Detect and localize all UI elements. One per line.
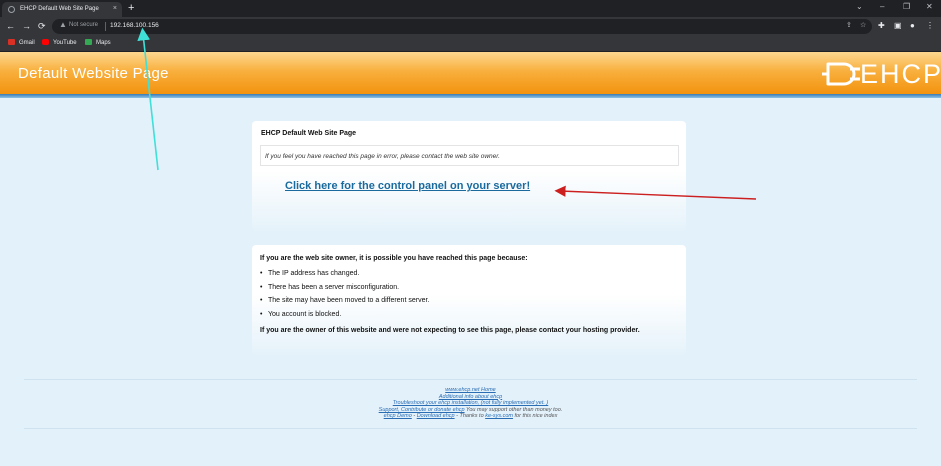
demo-link[interactable]: ehcp Demo [384, 413, 412, 419]
browser-tabstrip: EHCP Default Web Site Page × + ⌄ – ❐ ✕ [0, 0, 941, 17]
maximize-icon[interactable]: ❐ [903, 2, 910, 11]
footer-divider-bottom [24, 428, 917, 429]
youtube-icon [42, 39, 49, 45]
maps-icon [85, 39, 92, 45]
profile-icon[interactable]: ● [910, 21, 915, 30]
page-footer: www.ehcp.net Home Additional info about … [0, 387, 941, 420]
bookmark-youtube[interactable]: YouTube [42, 39, 77, 46]
thanks-text: - Thanks to [454, 413, 486, 420]
forward-icon[interactable]: → [22, 20, 31, 32]
address-bar[interactable]: ▲ Not secure 192.168.100.156 ⇪ ☆ [52, 19, 872, 34]
warning-icon[interactable]: ▲ [59, 20, 67, 29]
browser-toolbar: ← → ⟳ ▲ Not secure 192.168.100.156 ⇪ ☆ ✚… [0, 17, 941, 36]
download-link[interactable]: Download ehcp [417, 413, 455, 419]
bookmark-label: Maps [96, 40, 111, 46]
star-icon[interactable]: ☆ [860, 21, 866, 29]
bookmark-label: Gmail [19, 40, 35, 46]
support-link[interactable]: Support, Contribute or donate ehcp [379, 407, 465, 413]
minimize-icon[interactable]: – [880, 2, 884, 11]
reasons-list: The IP address has changed. There has be… [260, 270, 429, 324]
security-label[interactable]: Not secure [69, 22, 98, 28]
share-icon[interactable]: ⇪ [846, 21, 852, 29]
thanks-tail: for this nice index [513, 413, 558, 420]
bookmarks-bar: Gmail YouTube Maps [0, 36, 941, 52]
bookmark-maps[interactable]: Maps [85, 39, 111, 46]
ehcp-logo: EHCP [820, 58, 941, 90]
extensions-icon[interactable]: ✚ [878, 21, 885, 30]
logo-text: EHCP [860, 59, 941, 89]
url-text[interactable]: 192.168.100.156 [110, 22, 159, 29]
list-item: You account is blocked. [260, 311, 429, 325]
close-tab-icon[interactable]: × [113, 5, 117, 12]
header-border [0, 94, 941, 98]
panel-title: EHCP Default Web Site Page [261, 130, 357, 137]
plug-icon [822, 62, 860, 86]
notice-box: If you feel you have reached this page i… [260, 145, 679, 166]
reload-icon[interactable]: ⟳ [38, 20, 46, 32]
control-panel-link[interactable]: Click here for the control panel on your… [285, 180, 530, 192]
list-item: The IP address has changed. [260, 270, 429, 284]
owner-footer-note: If you are the owner of this website and… [260, 327, 640, 334]
owner-info-panel: If you are the web site owner, it is pos… [252, 245, 686, 355]
list-item: The site may have been moved to a differ… [260, 297, 429, 311]
list-item: There has been a server misconfiguration… [260, 284, 429, 298]
menu-icon[interactable]: ⋮ [926, 21, 934, 30]
home-link[interactable]: www.ehcp.net Home [445, 387, 495, 393]
bookmark-label: YouTube [53, 40, 77, 46]
browser-tab[interactable]: EHCP Default Web Site Page × [2, 2, 122, 17]
new-tab-button[interactable]: + [128, 2, 134, 14]
gmail-icon [8, 39, 15, 45]
tab-title: EHCP Default Web Site Page [20, 6, 99, 12]
separator [105, 22, 106, 31]
bookmark-gmail[interactable]: Gmail [8, 39, 35, 46]
footer-divider-top [24, 379, 917, 380]
site-title: Default Website Page [18, 65, 169, 82]
close-window-icon[interactable]: ✕ [926, 2, 933, 11]
owner-heading: If you are the web site owner, it is pos… [260, 255, 528, 262]
default-page-panel: EHCP Default Web Site Page If you feel y… [252, 121, 686, 231]
tab-search-icon[interactable]: ⌄ [856, 2, 863, 11]
back-icon[interactable]: ← [6, 20, 15, 32]
kesys-link[interactable]: ke-sys.com [485, 413, 513, 419]
troubleshoot-link[interactable]: Troubleshoot your ehcp installation, (no… [393, 400, 549, 406]
globe-icon [8, 6, 15, 13]
error-notice: If you feel you have reached this page i… [265, 153, 500, 160]
side-panel-icon[interactable]: ▣ [894, 21, 902, 30]
support-note: You may support other than money too. [464, 406, 563, 413]
site-header: Default Website Page EHCP [0, 52, 941, 94]
about-link[interactable]: Additional info about ehcp [439, 394, 502, 400]
